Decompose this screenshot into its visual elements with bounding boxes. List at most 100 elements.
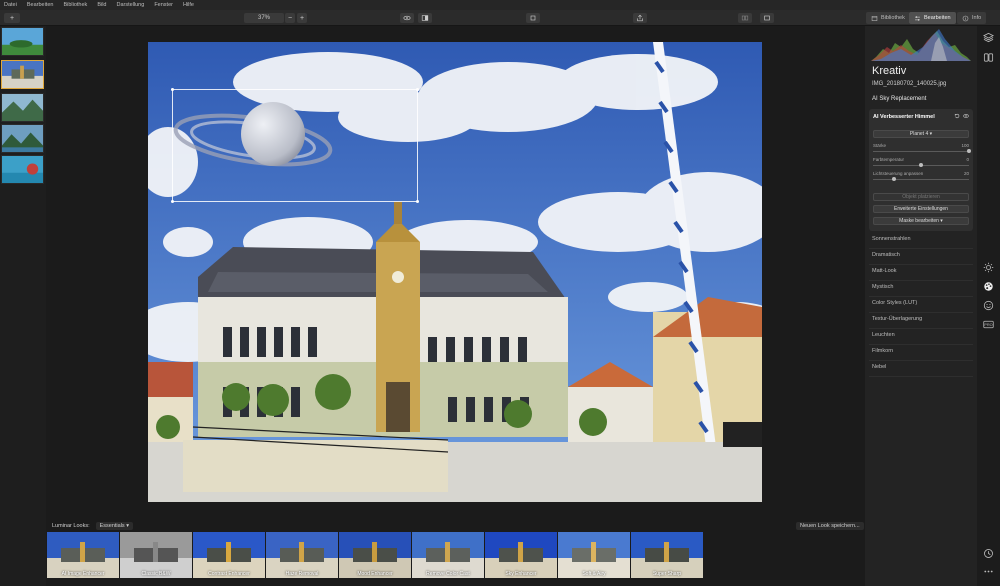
svg-text:PRO: PRO <box>984 323 992 327</box>
look-thumb[interactable]: Super Sharp <box>631 532 703 578</box>
look-thumb[interactable]: Classic B&W <box>120 532 192 578</box>
menu-view[interactable]: Darstellung <box>116 2 144 8</box>
look-thumb[interactable]: Contrast Enhancer <box>193 532 265 578</box>
tool-film-grain[interactable]: Filmkorn <box>872 348 972 354</box>
slider-value: 20 <box>963 171 969 176</box>
filmstrip-thumb[interactable] <box>1 93 44 122</box>
edit-mask-button[interactable]: Maske bearbeiten ▾ <box>873 217 969 225</box>
compare-view-button[interactable] <box>418 13 432 23</box>
slider-strength[interactable]: Stärke 100 <box>873 143 971 155</box>
history-icon[interactable] <box>983 548 994 559</box>
tool-glow[interactable]: Leuchten <box>872 332 972 338</box>
filmstrip-thumb-selected[interactable] <box>1 60 44 89</box>
look-name: Super Sharp <box>652 571 682 577</box>
divider <box>869 264 973 265</box>
slider-knob[interactable] <box>892 177 897 181</box>
divider <box>869 344 973 345</box>
slider-track[interactable] <box>873 151 969 152</box>
tab-info[interactable]: Info <box>957 12 987 24</box>
sliders-icon <box>915 15 920 21</box>
crop-button[interactable] <box>526 13 540 23</box>
resize-handle[interactable] <box>171 200 174 203</box>
zoom-in-button[interactable]: + <box>297 13 307 23</box>
divider <box>869 296 973 297</box>
menu-bar: Datei Bearbeiten Bibliothek Bild Darstel… <box>0 0 1000 10</box>
tool-mystic[interactable]: Mystisch <box>872 284 972 290</box>
tool-texture-overlay[interactable]: Textur-Überlagerung <box>872 316 972 322</box>
add-images-button[interactable]: + <box>4 13 20 23</box>
sun-icon[interactable] <box>983 262 994 273</box>
menu-library[interactable]: Bibliothek <box>63 2 87 8</box>
tab-edit[interactable]: Bearbeiten <box>909 12 956 24</box>
look-thumb[interactable]: Haze Removal <box>266 532 338 578</box>
tool-fog[interactable]: Nebel <box>872 364 972 370</box>
look-thumb[interactable]: Remove Color Cast <box>412 532 484 578</box>
tool-dramatic[interactable]: Dramatisch <box>872 252 972 258</box>
tool-color-styles[interactable]: Color Styles (LUT) <box>872 300 972 306</box>
menu-window[interactable]: Fenster <box>154 2 173 8</box>
undo-icon[interactable] <box>954 113 960 119</box>
tab-edit-label: Bearbeiten <box>924 15 951 21</box>
preview-button[interactable] <box>400 13 414 23</box>
divider <box>869 360 973 361</box>
look-name: Haze Removal <box>285 571 319 577</box>
info-icon <box>962 15 969 21</box>
zoom-level[interactable]: 37% <box>244 13 284 23</box>
palette-icon[interactable] <box>983 281 994 292</box>
single-view-button[interactable] <box>760 13 774 23</box>
tab-library[interactable]: Bibliothek <box>866 12 910 24</box>
look-name: AI Image Enhancer <box>61 571 105 577</box>
look-name: Remove Color Cast <box>426 571 470 577</box>
place-object-button[interactable]: Objekt platzieren <box>873 193 969 201</box>
section-title: AI Sky Replacement <box>872 96 927 102</box>
library-icon <box>871 15 878 21</box>
share-icon <box>637 14 643 22</box>
divider <box>869 248 973 249</box>
layers-icon[interactable] <box>983 32 994 43</box>
smile-icon[interactable] <box>983 300 994 311</box>
image-canvas[interactable] <box>46 26 865 520</box>
look-thumb[interactable]: Sky Enhancer <box>485 532 557 578</box>
advanced-settings-button[interactable]: Erweiterte Einstellungen <box>873 205 969 213</box>
slider-knob[interactable] <box>919 163 923 167</box>
look-name: Classic B&W <box>141 571 171 577</box>
share-button[interactable] <box>633 13 647 23</box>
tool-matte-look[interactable]: Matt-Look <box>872 268 972 274</box>
slider-color-temperature[interactable]: Farbtemperatur 0 <box>873 157 969 169</box>
resize-handle[interactable] <box>416 200 419 203</box>
looks-category-select[interactable]: Essentials ▾ <box>95 522 133 530</box>
pro-icon[interactable]: PRO <box>983 319 994 330</box>
grid-view-button[interactable] <box>738 13 752 23</box>
filmstrip-thumb[interactable] <box>1 155 44 184</box>
resize-handle[interactable] <box>171 88 174 91</box>
menu-help[interactable]: Hilfe <box>183 2 194 8</box>
slider-knob[interactable] <box>967 149 971 153</box>
compare-icon[interactable] <box>983 52 994 63</box>
sky-selection-dropdown[interactable]: Planet 4 ▾ <box>873 130 969 138</box>
object-placement-box[interactable] <box>171 88 419 203</box>
looks-label: Luminar Looks: <box>52 523 90 529</box>
menu-file[interactable]: Datei <box>4 2 17 8</box>
look-thumb[interactable]: Mood Enhancer <box>339 532 411 578</box>
grid-icon <box>741 15 749 21</box>
menu-image[interactable]: Bild <box>97 2 106 8</box>
filter-title: AI Verbesserter Himmel <box>873 114 935 120</box>
filmstrip-thumb[interactable] <box>1 27 44 56</box>
visibility-icon[interactable] <box>963 113 969 119</box>
look-thumb[interactable]: Soft & Airy <box>558 532 630 578</box>
zoom-out-button[interactable]: − <box>285 13 295 23</box>
look-thumb[interactable]: AI Image Enhancer <box>47 532 119 578</box>
filmstrip-thumb[interactable] <box>1 124 44 153</box>
resize-handle[interactable] <box>416 88 419 91</box>
slider-light-adjustment[interactable]: Lichtsteuerung anpassen 20 <box>873 171 969 183</box>
tab-info-label: Info <box>972 15 982 21</box>
divider <box>869 280 973 281</box>
panel-title: Kreativ <box>872 65 907 77</box>
more-icon[interactable] <box>983 566 994 577</box>
single-view-icon <box>764 15 770 21</box>
divider <box>869 328 973 329</box>
save-look-button[interactable]: Neuen Look speichern... <box>796 522 864 530</box>
menu-edit[interactable]: Bearbeiten <box>27 2 54 8</box>
tool-sun-rays[interactable]: Sonnenstrahlen <box>872 236 972 242</box>
slider-track[interactable] <box>873 179 969 180</box>
